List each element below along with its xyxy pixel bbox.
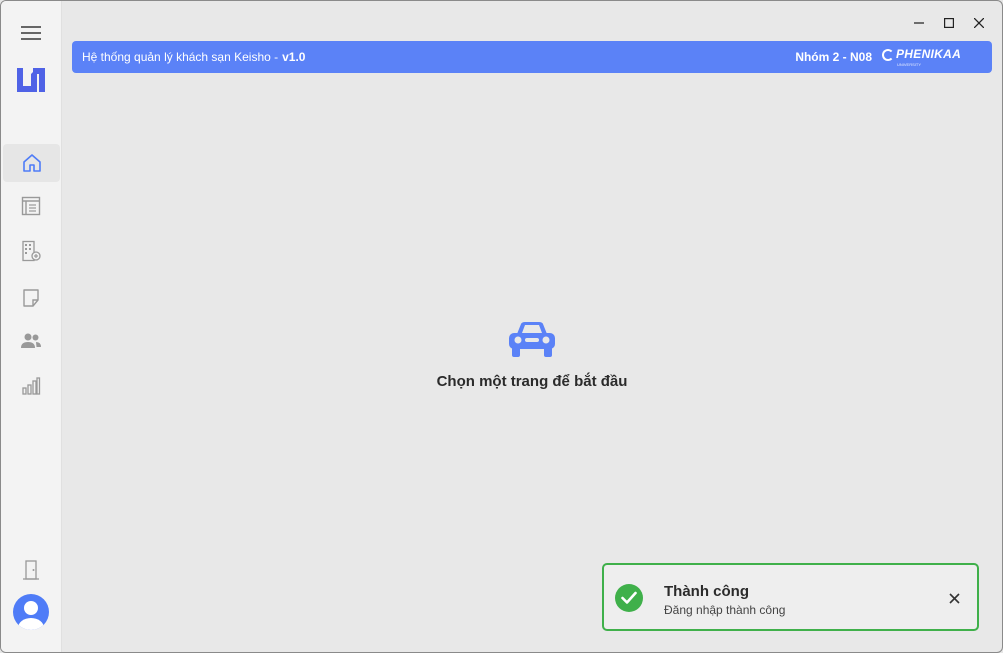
logo-text: PHENIKAA	[896, 47, 962, 61]
close-icon	[974, 18, 984, 28]
door-icon	[23, 560, 39, 580]
group-label: Nhóm 2 - N08	[795, 50, 872, 64]
list-icon	[21, 196, 41, 216]
logo-tagline: UNIVERSITY	[897, 62, 922, 67]
toast-close-button[interactable]	[945, 589, 963, 607]
chart-icon	[22, 377, 41, 395]
close-icon	[948, 592, 960, 604]
car-icon	[509, 322, 555, 357]
app-title: Hệ thống quản lý khách sạn Keisho - v1.0	[82, 50, 305, 64]
toast-message: Đăng nhập thành công	[664, 603, 786, 617]
building-add-icon	[22, 240, 41, 262]
success-toast: Thành công Đăng nhập thành công	[602, 563, 979, 631]
empty-state-message: Chọn một trang để bắt đầu	[436, 373, 628, 390]
people-icon	[21, 333, 41, 348]
menu-icon	[21, 26, 41, 40]
app-version: v1.0	[282, 50, 306, 64]
home-icon	[22, 154, 41, 172]
menu-button[interactable]	[1, 14, 61, 52]
sidebar-item-chart[interactable]	[1, 367, 61, 405]
sidebar-item-people[interactable]	[1, 322, 61, 360]
toast-title: Thành công	[664, 583, 749, 600]
maximize-icon	[944, 18, 954, 28]
phenikaa-logo: PHENIKAA UNIVERSITY	[882, 47, 982, 69]
avatar-icon	[13, 594, 49, 630]
check-icon	[615, 584, 643, 612]
sidebar-item-home[interactable]	[3, 144, 60, 182]
app-window: Hệ thống quản lý khách sạn Keisho - v1.0 …	[0, 0, 1003, 653]
sidebar-item-building[interactable]	[1, 232, 61, 270]
minimize-button[interactable]	[904, 9, 934, 37]
sidebar	[1, 1, 62, 652]
app-logo-icon	[17, 68, 45, 92]
sidebar-item-list[interactable]	[1, 187, 61, 225]
close-window-button[interactable]	[964, 9, 994, 37]
app-logo	[1, 61, 61, 99]
app-header: Hệ thống quản lý khách sạn Keisho - v1.0 …	[72, 41, 992, 73]
sidebar-item-logout[interactable]	[1, 551, 61, 589]
user-avatar[interactable]	[1, 593, 61, 631]
sidebar-item-notes[interactable]	[1, 279, 61, 317]
logo-mark-icon	[882, 49, 894, 61]
app-title-text: Hệ thống quản lý khách sạn Keisho -	[82, 50, 279, 64]
minimize-icon	[914, 22, 924, 24]
maximize-button[interactable]	[934, 9, 964, 37]
note-icon	[23, 289, 39, 307]
